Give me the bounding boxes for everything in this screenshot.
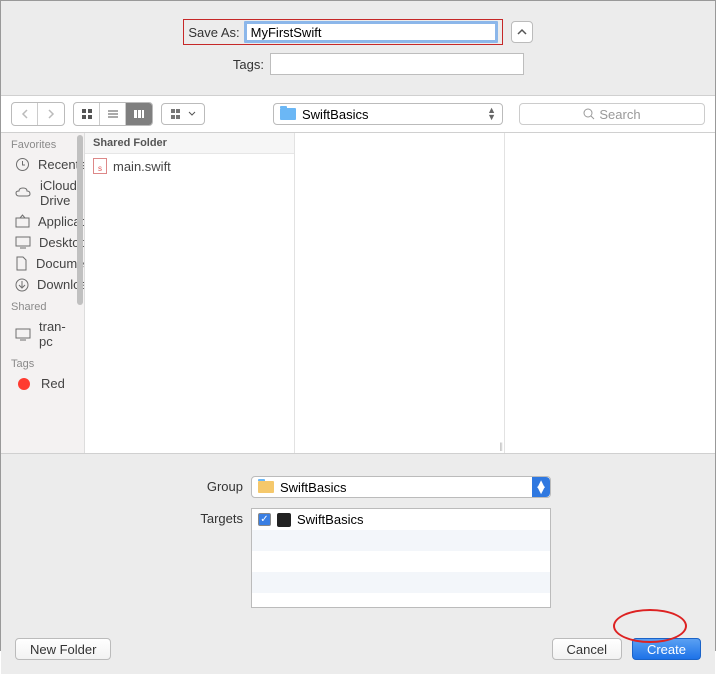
sidebar-item-downloads[interactable]: Downloads [1,274,84,295]
browser-toolbar: SwiftBasics ▲▼ Search [1,96,715,133]
sidebar-item-tranpc[interactable]: tran-pc [1,316,84,352]
target-name: SwiftBasics [297,512,363,527]
grid-icon [81,108,93,120]
path-popup[interactable]: SwiftBasics ▲▼ [273,103,503,125]
sidebar: Favorites Recents iCloud Drive Applicati… [1,133,85,453]
collapse-toggle-button[interactable] [511,21,533,43]
display-icon [15,328,31,341]
sidebar-item-applications[interactable]: Applications [1,211,84,232]
tags-label: Tags: [192,57,264,72]
columns-icon [133,108,145,120]
swift-file-icon: s [93,158,107,174]
file-browser: Favorites Recents iCloud Drive Applicati… [1,133,715,453]
updown-icon: ▲▼ [487,107,496,121]
updown-icon: ▲▼ [532,477,550,497]
back-button[interactable] [12,103,38,125]
view-mode-switch [73,102,153,126]
folder-icon [258,481,274,493]
sidebar-item-label: tran-pc [39,319,74,349]
sidebar-item-red-tag[interactable]: Red [1,373,84,394]
tags-input[interactable] [270,53,524,75]
view-column-button[interactable] [126,103,152,125]
column-3[interactable] [505,133,715,453]
forward-button[interactable] [38,103,64,125]
chevron-right-icon [47,109,55,119]
column-1[interactable]: Shared Folder s main.swift [85,133,295,453]
save-as-label: Save As: [188,25,239,40]
doc-icon [15,256,28,271]
group-popup[interactable]: SwiftBasics ▲▼ [251,476,551,498]
column-view: Shared Folder s main.swift || [85,133,715,453]
group-by-button[interactable] [161,103,205,125]
chevron-up-icon [517,28,527,36]
list-icon [107,108,119,120]
cloud-icon [15,187,32,199]
download-icon [15,278,29,292]
path-label: SwiftBasics [302,107,368,122]
target-row-empty [252,572,550,593]
chevron-left-icon [21,109,29,119]
column-resize-handle[interactable]: || [497,441,504,453]
sidebar-item-desktop[interactable]: Desktop [1,232,84,253]
sidebar-item-recents[interactable]: Recents [1,154,84,175]
column-header: Shared Folder [85,133,294,154]
file-name: main.swift [113,159,171,174]
dialog-buttons: New Folder Cancel Create [1,628,715,674]
sidebar-section-shared: Shared [1,295,84,316]
chevron-down-icon [188,111,196,117]
sidebar-item-icloud[interactable]: iCloud Drive [1,175,84,211]
sidebar-scrollbar[interactable] [77,135,83,305]
save-as-highlight: Save As: [183,19,502,45]
app-icon [277,513,291,527]
column-2[interactable]: || [295,133,505,453]
save-panel-header: Save As: Tags: [1,1,715,96]
target-row-empty [252,530,550,551]
group-icon [171,108,185,120]
nav-back-forward [11,102,65,126]
file-item-main-swift[interactable]: s main.swift [85,154,294,178]
view-icon-button[interactable] [74,103,100,125]
red-tag-icon [15,378,33,390]
search-input[interactable]: Search [519,103,705,125]
create-button[interactable]: Create [632,638,701,660]
target-row[interactable]: ✓ SwiftBasics [252,509,550,530]
save-as-input[interactable] [244,21,498,43]
sidebar-item-label: Red [41,376,65,391]
targets-list[interactable]: ✓ SwiftBasics [251,508,551,608]
new-folder-button[interactable]: New Folder [15,638,111,660]
sidebar-item-label: iCloud Drive [40,178,77,208]
targets-label: Targets [1,508,251,526]
target-row-empty [252,551,550,572]
sidebar-section-tags: Tags [1,352,84,373]
group-value: SwiftBasics [280,480,346,495]
target-checkbox[interactable]: ✓ [258,513,271,526]
view-list-button[interactable] [100,103,126,125]
search-icon [583,108,595,120]
cancel-button[interactable]: Cancel [552,638,622,660]
clock-icon [15,157,30,172]
sidebar-section-favorites: Favorites [1,133,84,154]
apps-icon [15,214,30,229]
folder-icon [280,108,296,120]
sidebar-item-documents[interactable]: Documents [1,253,84,274]
search-placeholder: Search [599,107,640,122]
options-panel: Group SwiftBasics ▲▼ Targets ✓ SwiftBasi… [1,453,715,628]
group-label: Group [1,476,251,494]
desktop-icon [15,236,31,249]
